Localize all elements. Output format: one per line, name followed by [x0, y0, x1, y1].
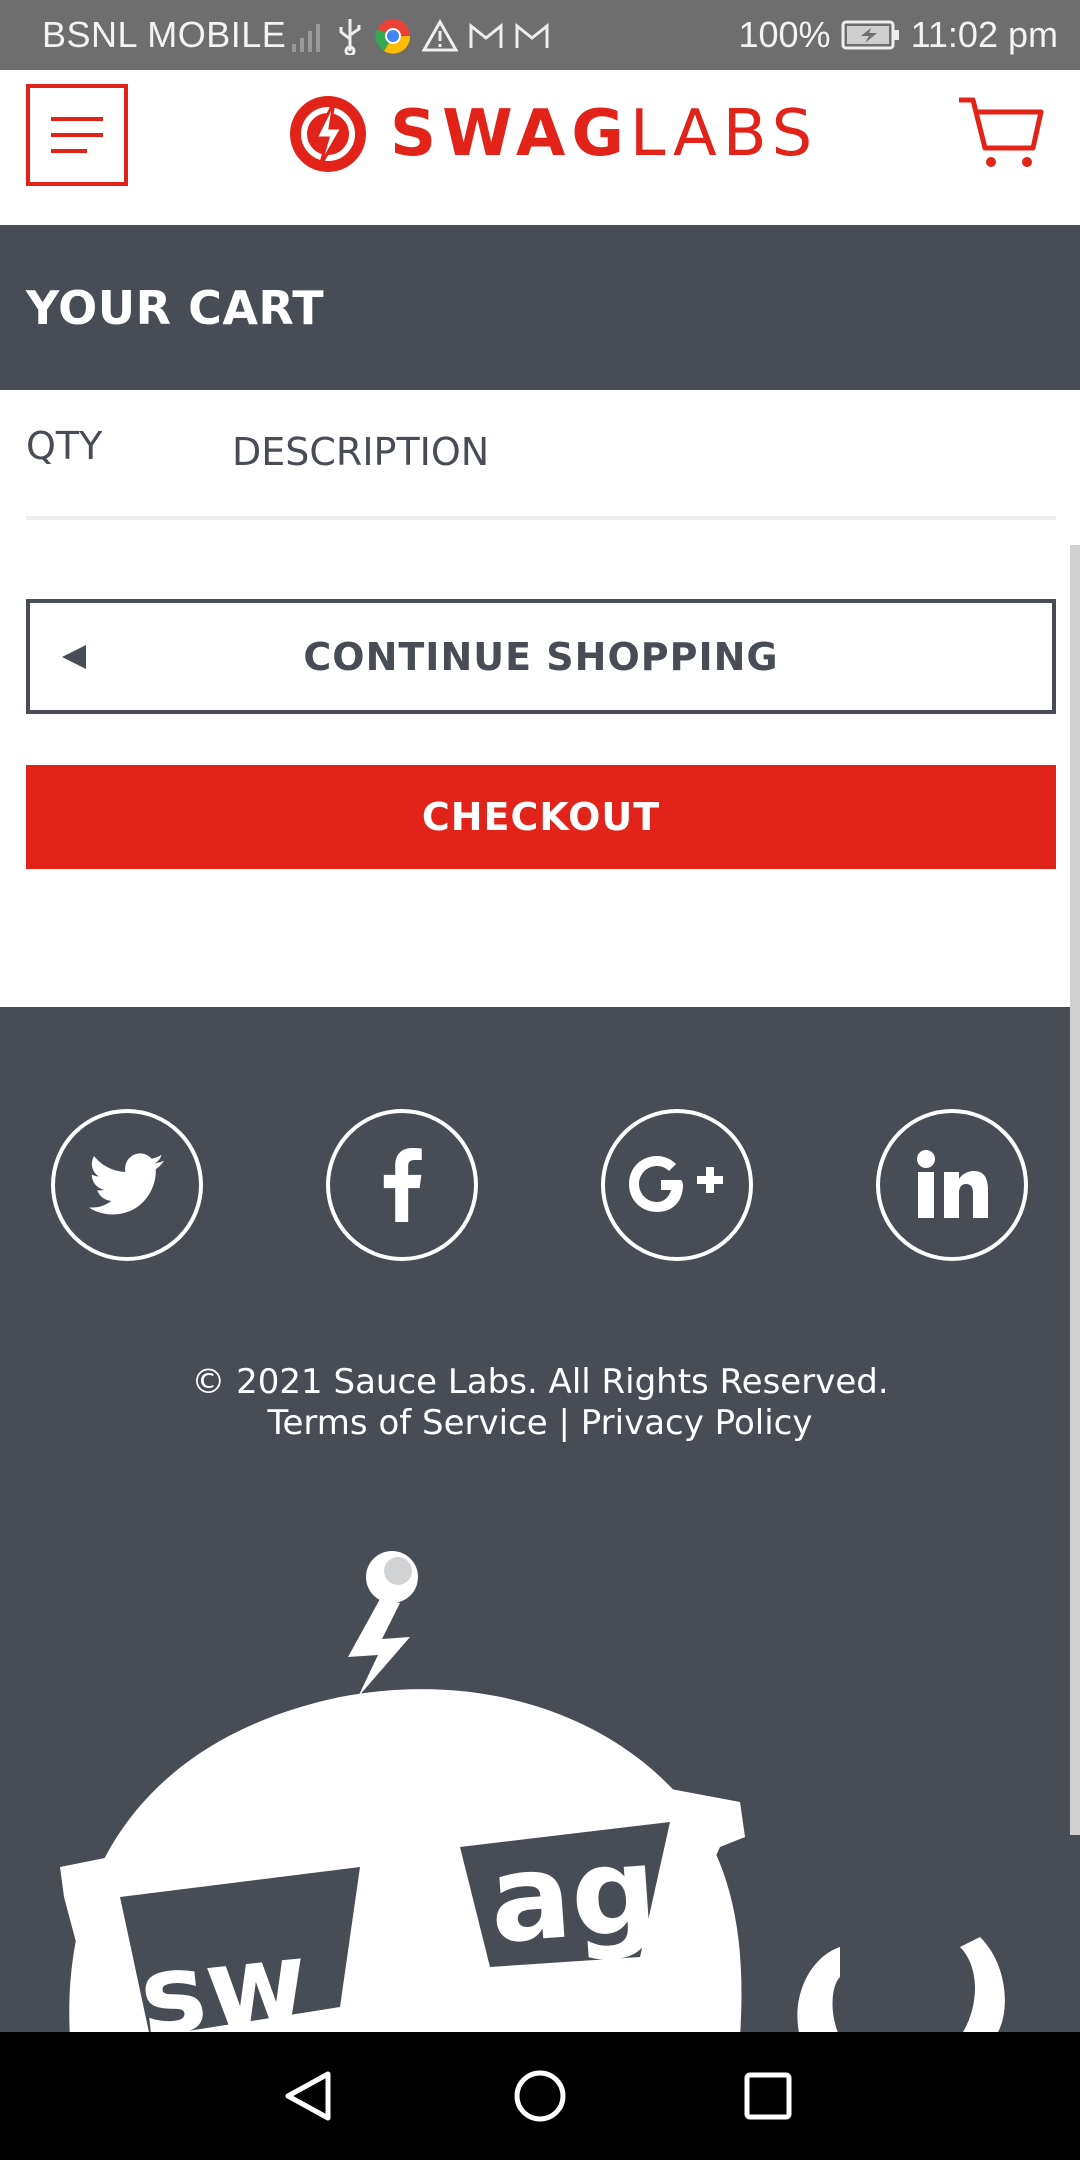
qty-label: QTY	[26, 424, 103, 468]
continue-shopping-label: CONTINUE SHOPPING	[303, 634, 779, 679]
linkedin-link[interactable]	[876, 1109, 1028, 1261]
gmail-icon	[515, 22, 549, 48]
warning-icon	[422, 19, 458, 52]
logo-text-light: LABS	[629, 97, 819, 171]
system-nav-bar	[0, 2032, 1080, 2160]
chrome-icon	[375, 19, 411, 54]
back-arrow-icon	[62, 644, 86, 669]
nav-recents-button[interactable]	[728, 2056, 808, 2136]
terms-privacy-links[interactable]: Terms of Service | Privacy Policy	[0, 1403, 1080, 1443]
cart-button[interactable]	[955, 90, 1045, 180]
description-label: DESCRIPTION	[232, 430, 490, 474]
clock: 11:02 pm	[910, 14, 1058, 55]
logo-text: SWAGLABS	[390, 97, 818, 171]
cart-icon	[959, 97, 1044, 167]
back-triangle-icon	[285, 2071, 331, 2121]
home-circle-icon	[514, 2070, 566, 2122]
menu-button[interactable]	[26, 84, 128, 186]
lightning-logo-icon	[290, 96, 366, 172]
checkout-label: CHECKOUT	[421, 795, 661, 839]
linkedin-icon	[917, 1150, 988, 1218]
svg-text:ag: ag	[485, 1820, 661, 1970]
continue-shopping-button[interactable]: CONTINUE SHOPPING	[26, 599, 1056, 714]
swag-robot-mascot: sw ag	[60, 1551, 1005, 2032]
app-header: SWAGLABS	[0, 70, 1080, 225]
carrier-name: BSNL MOBILE	[42, 14, 287, 55]
title-bar: YOUR CART	[0, 225, 1080, 390]
usb-icon	[339, 19, 361, 55]
status-bar: BSNL MOBILE 100% 11:02 pm	[0, 0, 1080, 70]
scrollbar[interactable]	[1070, 545, 1080, 1835]
battery-charging-icon	[841, 20, 899, 50]
checkout-button[interactable]: CHECKOUT	[26, 765, 1056, 869]
facebook-link[interactable]	[326, 1109, 478, 1261]
cart-list-header: QTY DESCRIPTION	[26, 390, 1056, 520]
gmail-icon	[469, 22, 503, 48]
facebook-icon	[383, 1148, 422, 1222]
svg-text:sw: sw	[134, 1916, 314, 2032]
swag-labs-logo: SWAGLABS	[288, 94, 818, 174]
recents-square-icon	[744, 2072, 792, 2120]
logo-text-bold: SWAG	[390, 97, 630, 171]
nav-home-button[interactable]	[500, 2056, 580, 2136]
footer: © 2021 Sauce Labs. All Rights Reserved. …	[0, 1007, 1080, 2032]
nav-back-button[interactable]	[268, 2056, 348, 2136]
copyright-text: © 2021 Sauce Labs. All Rights Reserved.	[191, 1362, 889, 1402]
signal-icon	[292, 24, 320, 52]
twitter-icon	[89, 1153, 164, 1215]
google-plus-link[interactable]	[601, 1109, 753, 1261]
battery-percent: 100%	[738, 14, 831, 55]
twitter-link[interactable]	[51, 1109, 203, 1261]
google-plus-icon	[629, 1156, 723, 1212]
status-icons	[290, 14, 550, 58]
hamburger-icon	[51, 117, 103, 153]
status-right: 100% 11:02 pm	[738, 14, 1058, 56]
page-title: YOUR CART	[26, 281, 325, 335]
